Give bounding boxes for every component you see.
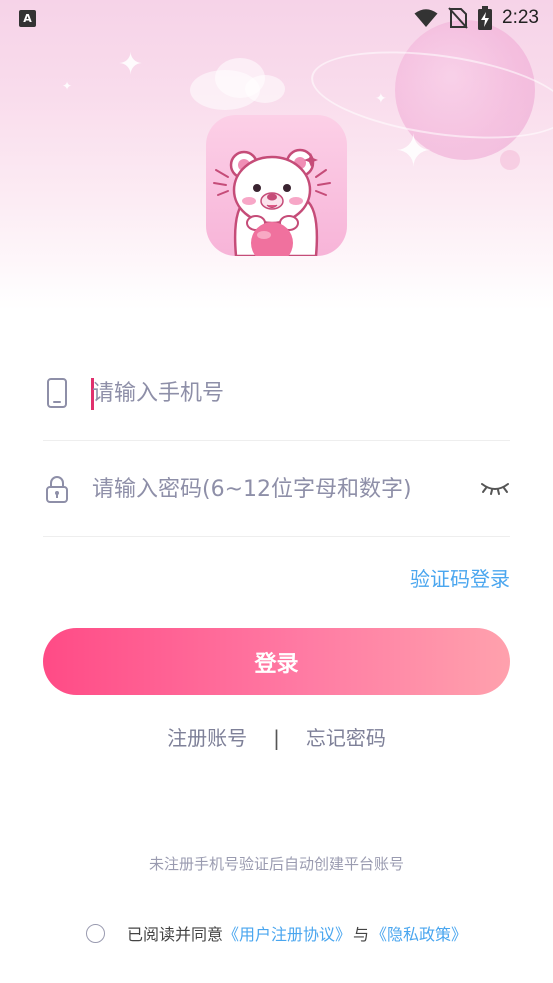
status-bar: A 2:23 (0, 0, 553, 40)
eye-closed-icon[interactable] (480, 478, 510, 498)
status-time: 2:23 (502, 7, 539, 28)
battery-charging-icon (478, 6, 493, 30)
app-logo (206, 115, 347, 256)
sparkle-icon: ✦ (375, 91, 387, 107)
agreement-conjunction: 与 (353, 925, 370, 944)
auto-register-notice: 未注册手机号验证后自动创建平台账号 (148, 855, 404, 873)
forgot-password-link[interactable]: 忘记密码 (306, 722, 386, 751)
user-agreement-link[interactable]: 《用户注册协议》 (223, 921, 351, 945)
link-separator: | (273, 726, 280, 750)
sparkle-icon: ✦ (118, 47, 144, 82)
phone-input[interactable] (92, 375, 472, 411)
sparkle-icon: ✦ (395, 126, 432, 177)
bubble-decoration (500, 150, 520, 170)
lock-icon (46, 476, 68, 503)
login-button[interactable]: 登录 (43, 628, 510, 695)
no-sim-icon (448, 7, 468, 29)
privacy-policy-link[interactable]: 《隐私政策》 (371, 921, 467, 945)
bear-mascot-icon (213, 148, 331, 256)
register-link[interactable]: 注册账号 (167, 722, 247, 751)
sparkle-icon: ✦ (62, 79, 73, 93)
phone-icon (47, 378, 67, 408)
agreement-checkbox[interactable] (86, 923, 105, 943)
phone-field (43, 345, 510, 441)
cloud-decoration (245, 75, 285, 103)
code-login-link[interactable]: 验证码登录 (410, 563, 510, 592)
password-field (43, 441, 510, 537)
agreement-row: 已阅读并同意 《用户注册协议》 与 《隐私政策》 (86, 920, 467, 946)
wifi-icon (414, 9, 438, 27)
password-input[interactable] (92, 471, 472, 507)
accessibility-app-icon: A (19, 10, 36, 27)
account-links: 注册账号 | 忘记密码 (0, 722, 553, 751)
agreement-prefix: 已阅读并同意 (127, 925, 224, 944)
